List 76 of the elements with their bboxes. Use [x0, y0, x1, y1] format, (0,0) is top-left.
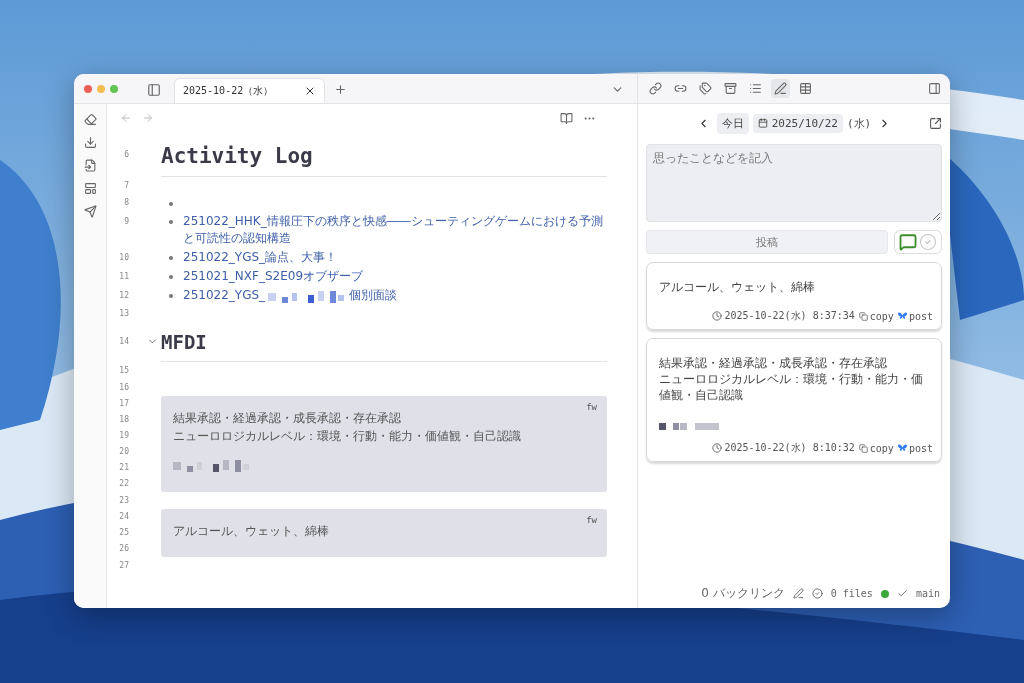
line-number: 12 — [118, 290, 129, 302]
line-number: 16 — [118, 382, 129, 394]
line-number: 21 — [118, 462, 129, 474]
bullet-icon — [169, 220, 173, 224]
close-light[interactable] — [84, 84, 92, 93]
check-icon — [896, 588, 908, 599]
butterfly-icon — [897, 312, 907, 320]
today-button[interactable]: 今日 — [716, 112, 749, 134]
timestamp: 2025-10-22(水) 8:10:32 — [724, 441, 855, 455]
line-number: 19 — [118, 430, 129, 442]
line-number: 13 — [118, 308, 129, 320]
butterfly-icon — [897, 444, 907, 452]
memo-field[interactable]: 思ったことなどを記入 — [646, 144, 942, 222]
timestamp: 2025-10-22(水) 8:37:34 — [724, 309, 855, 323]
memo-text: アルコール、ウェット、綿棒 — [659, 279, 816, 295]
note-link[interactable]: 251022_YGS_ — [183, 287, 266, 304]
branch-name[interactable]: main — [915, 588, 940, 599]
line-number: 25 — [118, 527, 129, 539]
line-number: 23 — [118, 495, 129, 507]
bullet-icon — [169, 275, 173, 279]
check-circle-icon[interactable] — [811, 588, 823, 599]
note-link[interactable]: 251022_HHK_情報圧下の秩序と快感――シューティングゲームにおける予測と可読性の認知構造 — [183, 213, 607, 247]
line-number: 26 — [118, 543, 129, 555]
note-link[interactable]: 個別面談 — [349, 287, 398, 304]
tab[interactable]: 2025-10-22（水） — [174, 78, 325, 103]
check-circle-icon[interactable] — [919, 233, 937, 251]
post-link[interactable]: post — [897, 442, 933, 454]
copy-icon — [858, 443, 868, 453]
post-button[interactable]: 投稿 — [646, 230, 888, 254]
link-icon[interactable] — [646, 79, 665, 98]
bullet-icon — [169, 256, 173, 260]
files-count[interactable]: 0 files — [830, 588, 873, 599]
note-link[interactable]: 251021_NXF_S2E09オブザーブ — [183, 268, 607, 285]
heading: MFDI — [161, 330, 207, 353]
line-number: 11 — [118, 271, 129, 283]
heading: Activity Log — [161, 144, 313, 168]
line-number: 20 — [118, 446, 129, 458]
calendar-icon — [757, 118, 768, 128]
line-number: 8 — [123, 197, 129, 209]
line-number: 27 — [118, 560, 129, 572]
note-link[interactable]: 251022_YGS_論点、大事！ — [183, 249, 607, 266]
callout-text: ニューロロジカルレベル：環境・行動・能力・価値観・自己認識 — [173, 428, 522, 444]
post-link[interactable]: post — [897, 310, 933, 322]
date-picker[interactable]: 2025/10/22 — [752, 113, 843, 133]
callout-label: fw — [586, 515, 597, 525]
line-number: 6 — [123, 148, 129, 161]
clock-icon — [712, 443, 723, 453]
line-number: 7 — [123, 180, 129, 192]
tab-title: 2025-10-22（水） — [183, 84, 274, 98]
comment-icon[interactable] — [899, 233, 917, 251]
bullet-icon — [169, 294, 173, 298]
clock-icon — [712, 311, 723, 321]
callout-text: 結果承認・経過承認・成長承認・存在承認 — [173, 410, 402, 426]
line-number: 14 — [118, 336, 129, 348]
pen-icon[interactable] — [771, 79, 790, 98]
copy-icon — [858, 311, 868, 321]
pen-icon[interactable] — [792, 588, 804, 599]
external-link-icon[interactable] — [929, 116, 942, 130]
memo-text: ニューロロジカルレベル：環境・行動・能力・価値観・自己認識 — [659, 371, 924, 403]
weekday-label: (水) — [847, 115, 872, 131]
line-number: 9 — [123, 216, 129, 228]
bullet-icon — [169, 202, 173, 206]
mode-toggle[interactable] — [894, 230, 942, 254]
memo-text: 結果承認・経過承認・成長承認・存在承認 — [659, 355, 888, 371]
line-number: 15 — [118, 365, 129, 377]
callout-text: アルコール、ウェット、綿棒 — [173, 523, 330, 539]
backlinks-count[interactable]: 0 バックリンク — [701, 585, 785, 602]
copy-link[interactable]: copy — [858, 310, 894, 322]
copy-link[interactable]: copy — [858, 442, 894, 454]
callout-label: fw — [586, 402, 597, 412]
line-number: 22 — [118, 478, 129, 490]
line-number: 10 — [118, 252, 129, 264]
line-number: 24 — [118, 511, 129, 523]
line-number: 18 — [118, 414, 129, 426]
close-icon[interactable] — [304, 85, 316, 97]
line-number: 17 — [118, 398, 129, 410]
